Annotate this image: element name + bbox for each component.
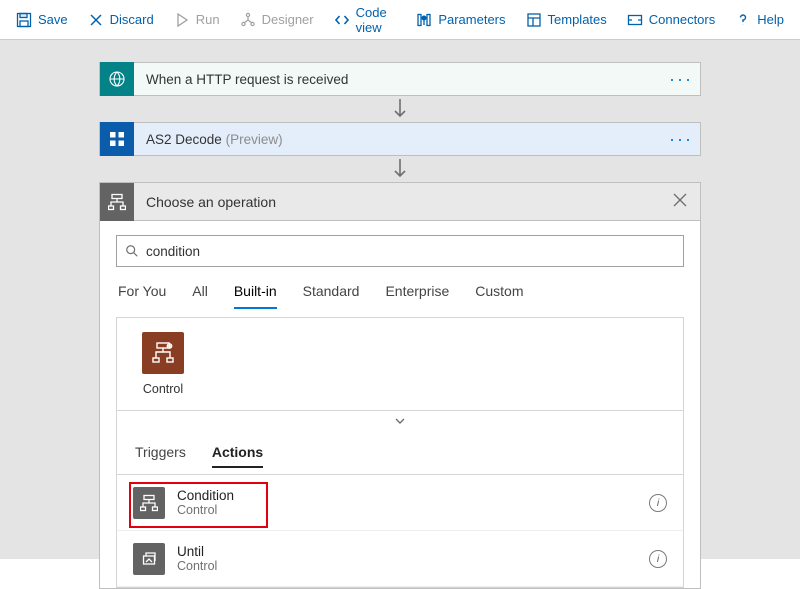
tab-actions[interactable]: Actions	[212, 444, 263, 468]
trigger-action-tabs: Triggers Actions	[131, 444, 669, 474]
control-icon	[142, 332, 184, 374]
tab-built-in[interactable]: Built-in	[234, 283, 277, 309]
connector-grid: Control Triggers Actions	[116, 317, 684, 588]
run-icon	[174, 12, 190, 28]
designer-icon	[240, 12, 256, 28]
label: Code view	[356, 5, 397, 35]
condition-icon	[133, 487, 165, 519]
label: Help	[757, 12, 784, 27]
arrow-icon	[99, 156, 701, 182]
discard-button[interactable]: Discard	[78, 0, 164, 40]
action-sub: Control	[177, 559, 649, 573]
as2-step[interactable]: AS2 Decode (Preview) ···	[99, 122, 701, 156]
close-button[interactable]	[660, 191, 700, 212]
trigger-step[interactable]: When a HTTP request is received ···	[99, 62, 701, 96]
toolbar: Save Discard Run Designer Code view Para…	[0, 0, 800, 40]
label: Discard	[110, 12, 154, 27]
codeview-icon	[334, 12, 350, 28]
step-title: When a HTTP request is received	[134, 72, 662, 87]
tab-custom[interactable]: Custom	[475, 283, 523, 309]
connector-label: Control	[131, 382, 195, 396]
tab-all[interactable]: All	[192, 283, 208, 309]
connector-control[interactable]: Control	[131, 332, 195, 396]
step-more-button[interactable]: ···	[662, 69, 700, 90]
tab-triggers[interactable]: Triggers	[135, 444, 186, 468]
designer-button: Designer	[230, 0, 324, 40]
connectors-button[interactable]: Connectors	[617, 0, 725, 40]
parameters-icon	[416, 12, 432, 28]
templates-button[interactable]: Templates	[516, 0, 617, 40]
parameters-button[interactable]: Parameters	[406, 0, 515, 40]
discard-icon	[88, 12, 104, 28]
save-icon	[16, 12, 32, 28]
arrow-icon	[99, 96, 701, 122]
save-button[interactable]: Save	[6, 0, 78, 40]
label: Connectors	[649, 12, 715, 27]
step-title: AS2 Decode (Preview)	[134, 132, 662, 147]
info-icon[interactable]: i	[649, 550, 667, 568]
tab-enterprise[interactable]: Enterprise	[385, 283, 449, 309]
info-icon[interactable]: i	[649, 494, 667, 512]
operation-picker: Choose an operation For You All Built-in…	[99, 182, 701, 589]
templates-icon	[526, 12, 542, 28]
label: Parameters	[438, 12, 505, 27]
picker-title: Choose an operation	[134, 194, 660, 210]
label: Designer	[262, 12, 314, 27]
tab-for-you[interactable]: For You	[118, 283, 166, 309]
action-until[interactable]: Until Control i	[117, 531, 683, 587]
designer-canvas: When a HTTP request is received ··· AS2 …	[0, 40, 800, 559]
picker-header: Choose an operation	[100, 183, 700, 221]
help-button[interactable]: Help	[725, 0, 794, 40]
action-name: Condition	[177, 488, 649, 503]
connectors-icon	[627, 12, 643, 28]
as2-icon	[100, 122, 134, 156]
action-sub: Control	[177, 503, 649, 517]
action-condition[interactable]: Condition Control i	[117, 475, 683, 531]
operation-icon	[100, 183, 134, 221]
action-name: Until	[177, 544, 649, 559]
search-icon	[125, 244, 139, 258]
run-button: Run	[164, 0, 230, 40]
action-list: Condition Control i Until Control	[117, 474, 683, 587]
help-icon	[735, 12, 751, 28]
label: Save	[38, 12, 68, 27]
label: Run	[196, 12, 220, 27]
codeview-button[interactable]: Code view	[324, 0, 407, 40]
tab-standard[interactable]: Standard	[303, 283, 360, 309]
category-tabs: For You All Built-in Standard Enterprise…	[116, 283, 684, 309]
http-icon	[100, 62, 134, 96]
search-input[interactable]	[116, 235, 684, 267]
expand-chevron[interactable]	[117, 410, 683, 430]
search-field[interactable]	[146, 244, 675, 259]
label: Templates	[548, 12, 607, 27]
until-icon	[133, 543, 165, 575]
step-more-button[interactable]: ···	[662, 129, 700, 150]
